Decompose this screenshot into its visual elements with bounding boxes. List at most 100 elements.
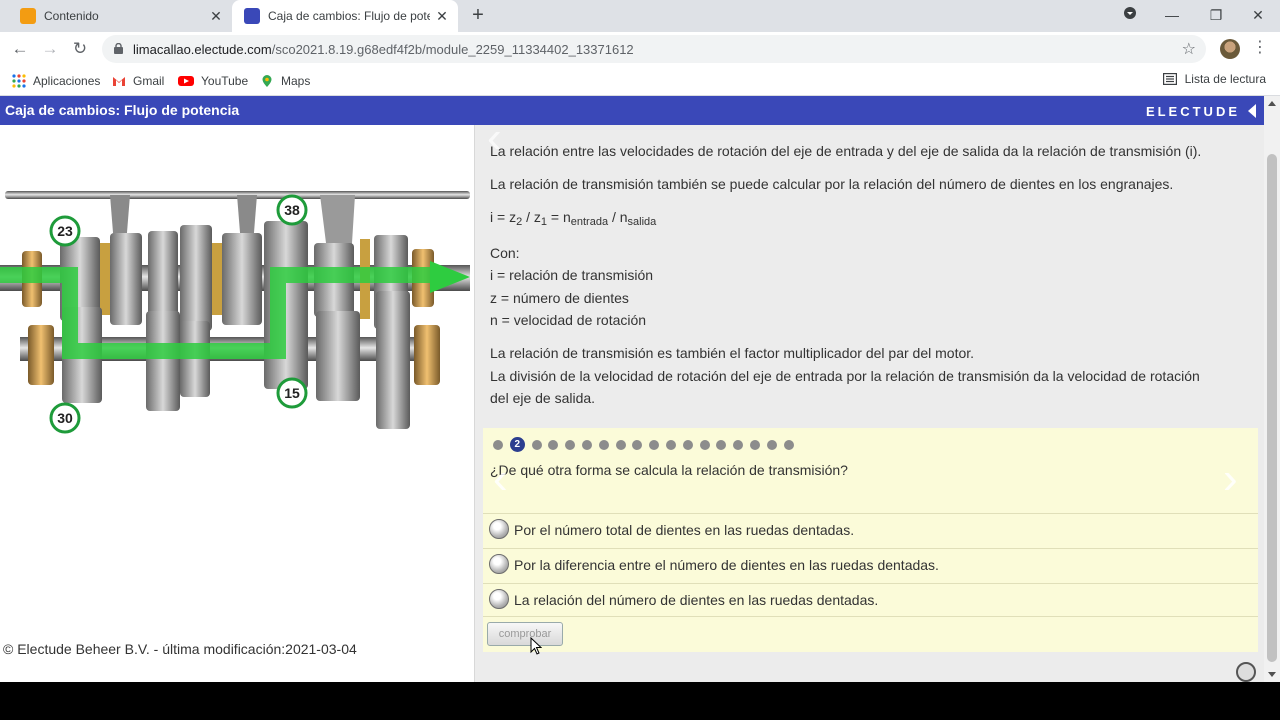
tab-title: Contenido xyxy=(44,9,99,23)
definition: n = velocidad de rotación xyxy=(490,312,647,328)
close-tab-icon[interactable]: ✕ xyxy=(204,8,228,25)
collapse-arrow-icon[interactable] xyxy=(1248,104,1256,118)
copyright-footer: © Electude Beheer B.V. - última modifica… xyxy=(3,641,357,657)
minimize-icon[interactable]: — xyxy=(1150,0,1194,30)
tab-contenido[interactable]: Contenido ✕ xyxy=(8,0,232,32)
gear-label-text: 30 xyxy=(57,410,73,426)
bookmarks-bar: Aplicaciones Gmail YouTube Maps Lista de… xyxy=(0,66,1280,96)
formula-part: / n xyxy=(608,209,628,225)
reading-list-icon xyxy=(1162,73,1177,85)
progress-dot[interactable] xyxy=(531,439,542,450)
scroll-down-icon[interactable] xyxy=(1268,672,1276,677)
progress-dot[interactable] xyxy=(632,439,643,450)
progress-dot[interactable] xyxy=(548,439,559,450)
formula-sub: entrada xyxy=(570,216,609,228)
radio-button[interactable] xyxy=(489,554,509,574)
progress-dot[interactable] xyxy=(682,439,693,450)
paragraph: del eje de salida. xyxy=(490,390,596,406)
scroll-up-icon[interactable] xyxy=(1268,101,1276,106)
formula: i = z2 / z1 = nentrada / nsalida xyxy=(490,206,656,233)
next-question-icon[interactable]: › xyxy=(1223,454,1238,504)
maps-icon xyxy=(262,75,272,87)
forward-arrow-icon[interactable]: → xyxy=(38,37,62,61)
paragraph: La relación de transmisión es también el… xyxy=(490,345,975,361)
answer-label: La relación del número de dientes en las… xyxy=(514,592,879,608)
progress-dot[interactable] xyxy=(581,439,592,450)
url-text: limacallao.electude.com/sco2021.8.19.g68… xyxy=(133,42,634,57)
formula-sub: salida xyxy=(627,216,657,228)
progress-dot[interactable] xyxy=(649,439,660,450)
lock-icon xyxy=(114,43,123,54)
progress-dot[interactable] xyxy=(766,439,777,450)
progress-dot[interactable] xyxy=(493,439,503,450)
tab-title: Caja de cambios: Flujo de potenc xyxy=(268,9,430,23)
gear-label-text: 23 xyxy=(57,223,73,239)
address-bar[interactable]: limacallao.electude.com/sco2021.8.19.g68… xyxy=(102,35,1206,63)
page-title: Caja de cambios: Flujo de potencia xyxy=(5,102,240,118)
bookmark-star-icon[interactable]: ☆ xyxy=(1182,39,1196,59)
url-path: /sco2021.8.19.g68edf4f2b/module_2259_113… xyxy=(271,42,634,57)
reload-icon[interactable]: ↻ xyxy=(68,37,92,61)
screen: Contenido ✕ Caja de cambios: Flujo de po… xyxy=(0,0,1280,720)
check-button[interactable]: comprobar xyxy=(487,622,563,646)
paragraph: La división de la velocidad de rotación … xyxy=(490,368,1200,384)
bookmark-label: Gmail xyxy=(133,74,165,88)
progress-dots: 2 xyxy=(493,437,800,452)
formula-part: i = z xyxy=(490,209,517,225)
progress-dot[interactable] xyxy=(733,439,744,450)
gear-label-text: 15 xyxy=(284,385,300,401)
gear-label: 30 xyxy=(49,402,81,434)
definition: z = número de dientes xyxy=(490,290,629,306)
browser-menu-icon[interactable]: ⋮ xyxy=(1252,38,1268,60)
mouse-cursor-icon xyxy=(530,637,542,655)
restore-icon[interactable]: ❐ xyxy=(1194,0,1238,30)
formula-part: / z xyxy=(522,209,541,225)
bookmark-label: Maps xyxy=(281,74,311,88)
previous-question-icon[interactable]: ‹ xyxy=(493,454,508,504)
progress-dot-current[interactable]: 2 xyxy=(509,437,525,452)
progress-dot[interactable] xyxy=(615,439,626,450)
progress-dot[interactable] xyxy=(565,439,576,450)
youtube-icon xyxy=(178,76,194,86)
avatar[interactable] xyxy=(1220,39,1240,59)
scrollbar-thumb[interactable] xyxy=(1267,154,1277,662)
progress-dot[interactable] xyxy=(598,439,609,450)
progress-dot[interactable] xyxy=(665,439,676,450)
con-label: Con: xyxy=(490,245,520,261)
progress-dot[interactable] xyxy=(783,439,794,450)
bookmark-label: Aplicaciones xyxy=(33,74,101,88)
close-tab-icon[interactable]: ✕ xyxy=(430,8,454,25)
gear-label-text: 38 xyxy=(284,202,300,218)
progress-dot[interactable] xyxy=(716,439,727,450)
gear-label: 38 xyxy=(276,194,308,226)
radio-button[interactable] xyxy=(489,589,509,609)
profile-menu-icon[interactable] xyxy=(1108,0,1152,30)
answer-option[interactable]: Por la diferencia entre el número de die… xyxy=(483,548,1258,582)
bookmark-maps[interactable]: Maps xyxy=(260,72,310,90)
progress-dot[interactable] xyxy=(699,439,710,450)
bookmark-aplicaciones[interactable]: Aplicaciones xyxy=(12,72,100,90)
paragraph: La relación de transmisión también se pu… xyxy=(490,176,1174,192)
back-arrow-icon[interactable]: ← xyxy=(8,37,32,61)
tab-caja-de-cambios[interactable]: Caja de cambios: Flujo de potenc ✕ xyxy=(232,0,458,32)
browser-tab-bar: Contenido ✕ Caja de cambios: Flujo de po… xyxy=(0,0,1280,32)
close-window-icon[interactable]: ✕ xyxy=(1236,0,1280,30)
quiz-panel: 2 ¿De qué otra forma se calcula la relac… xyxy=(483,428,1258,655)
paragraph: La relación entre las velocidades de rot… xyxy=(490,143,1202,159)
bookmark-youtube[interactable]: YouTube xyxy=(178,72,248,90)
electude-favicon-icon xyxy=(244,8,260,24)
gearbox-diagram: 23 38 15 30 xyxy=(0,191,470,434)
page-content: Caja de cambios: Flujo de potencia ELECT… xyxy=(0,96,1264,682)
moodle-favicon-icon xyxy=(20,8,36,24)
page-scrollbar[interactable] xyxy=(1264,96,1280,682)
reading-list[interactable]: Lista de lectura xyxy=(1162,72,1266,86)
bookmark-gmail[interactable]: Gmail xyxy=(112,72,164,90)
definition: i = relación de transmisión xyxy=(490,267,654,283)
new-tab-button[interactable]: + xyxy=(466,4,490,28)
radio-button[interactable] xyxy=(489,519,509,539)
answer-option[interactable]: La relación del número de dientes en las… xyxy=(483,583,1258,617)
chat-bubble-icon[interactable] xyxy=(1236,662,1256,682)
answer-option[interactable]: Por el número total de dientes en las ru… xyxy=(483,513,1258,547)
left-pane: 23 38 15 30 © Electude Beheer B.V. - últ… xyxy=(0,125,474,682)
progress-dot[interactable] xyxy=(749,439,760,450)
